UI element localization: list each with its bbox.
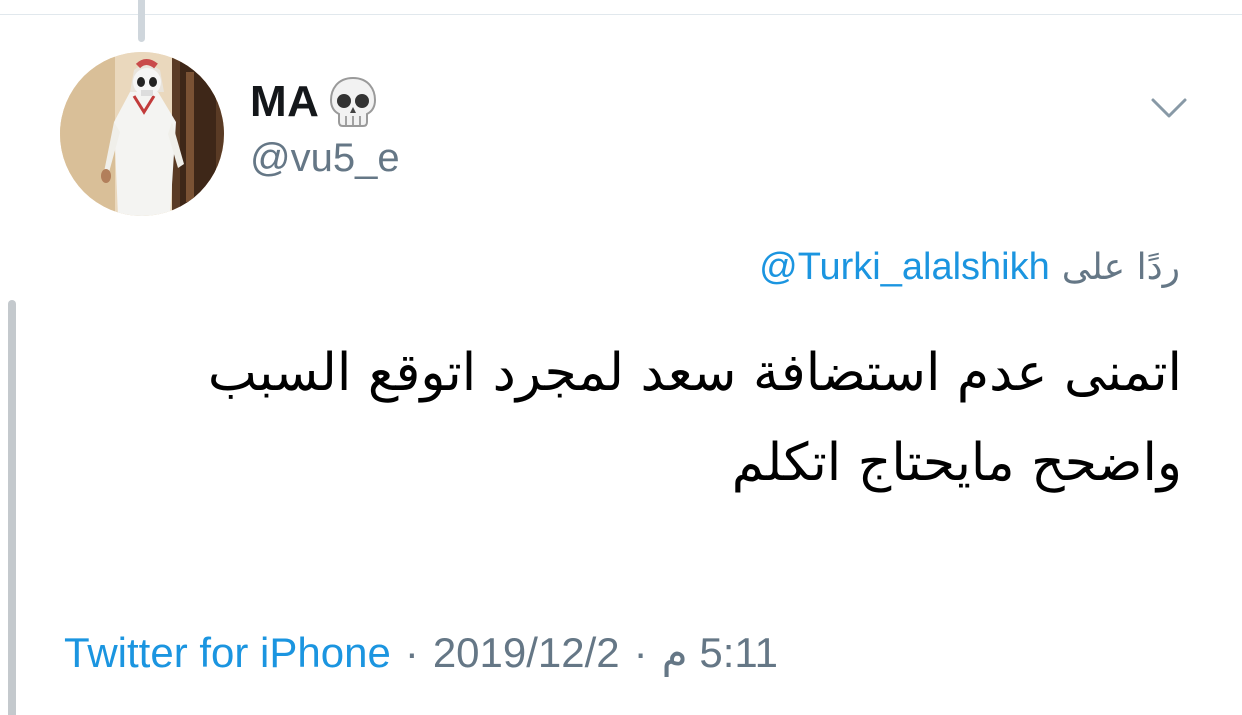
avatar[interactable]	[60, 52, 224, 216]
tweet-date[interactable]: 2019/12/2	[433, 629, 620, 677]
tweet-meta: Twitter for iPhone · 2019/12/2 · 5:11 م	[64, 628, 778, 677]
meta-separator: ·	[633, 628, 648, 676]
thread-connector-line	[138, 0, 145, 42]
tweet-text: اتمنى عدم استضافة سعد لمجرد اتوقع السبب …	[207, 343, 1182, 493]
skull-emoji-icon	[327, 74, 379, 130]
reply-prefix-label: ردًا على	[1061, 247, 1180, 288]
reply-to-handle-link[interactable]: @Turki_alalshikh	[759, 246, 1050, 289]
author-display-name[interactable]: MA	[250, 77, 319, 127]
author-handle[interactable]: @vu5_e	[250, 136, 400, 181]
source-link[interactable]: Twitter for iPhone	[64, 629, 391, 677]
replying-to: ردًا على @Turki_alalshikh	[759, 246, 1180, 289]
top-divider	[0, 14, 1242, 15]
chevron-down-icon[interactable]	[1150, 96, 1188, 120]
author-name-row[interactable]: MA	[250, 74, 379, 130]
left-edge-bar	[8, 300, 16, 715]
profile-photo	[60, 52, 224, 216]
tweet-time[interactable]: 5:11 م	[662, 628, 778, 677]
meta-separator: ·	[404, 628, 419, 676]
